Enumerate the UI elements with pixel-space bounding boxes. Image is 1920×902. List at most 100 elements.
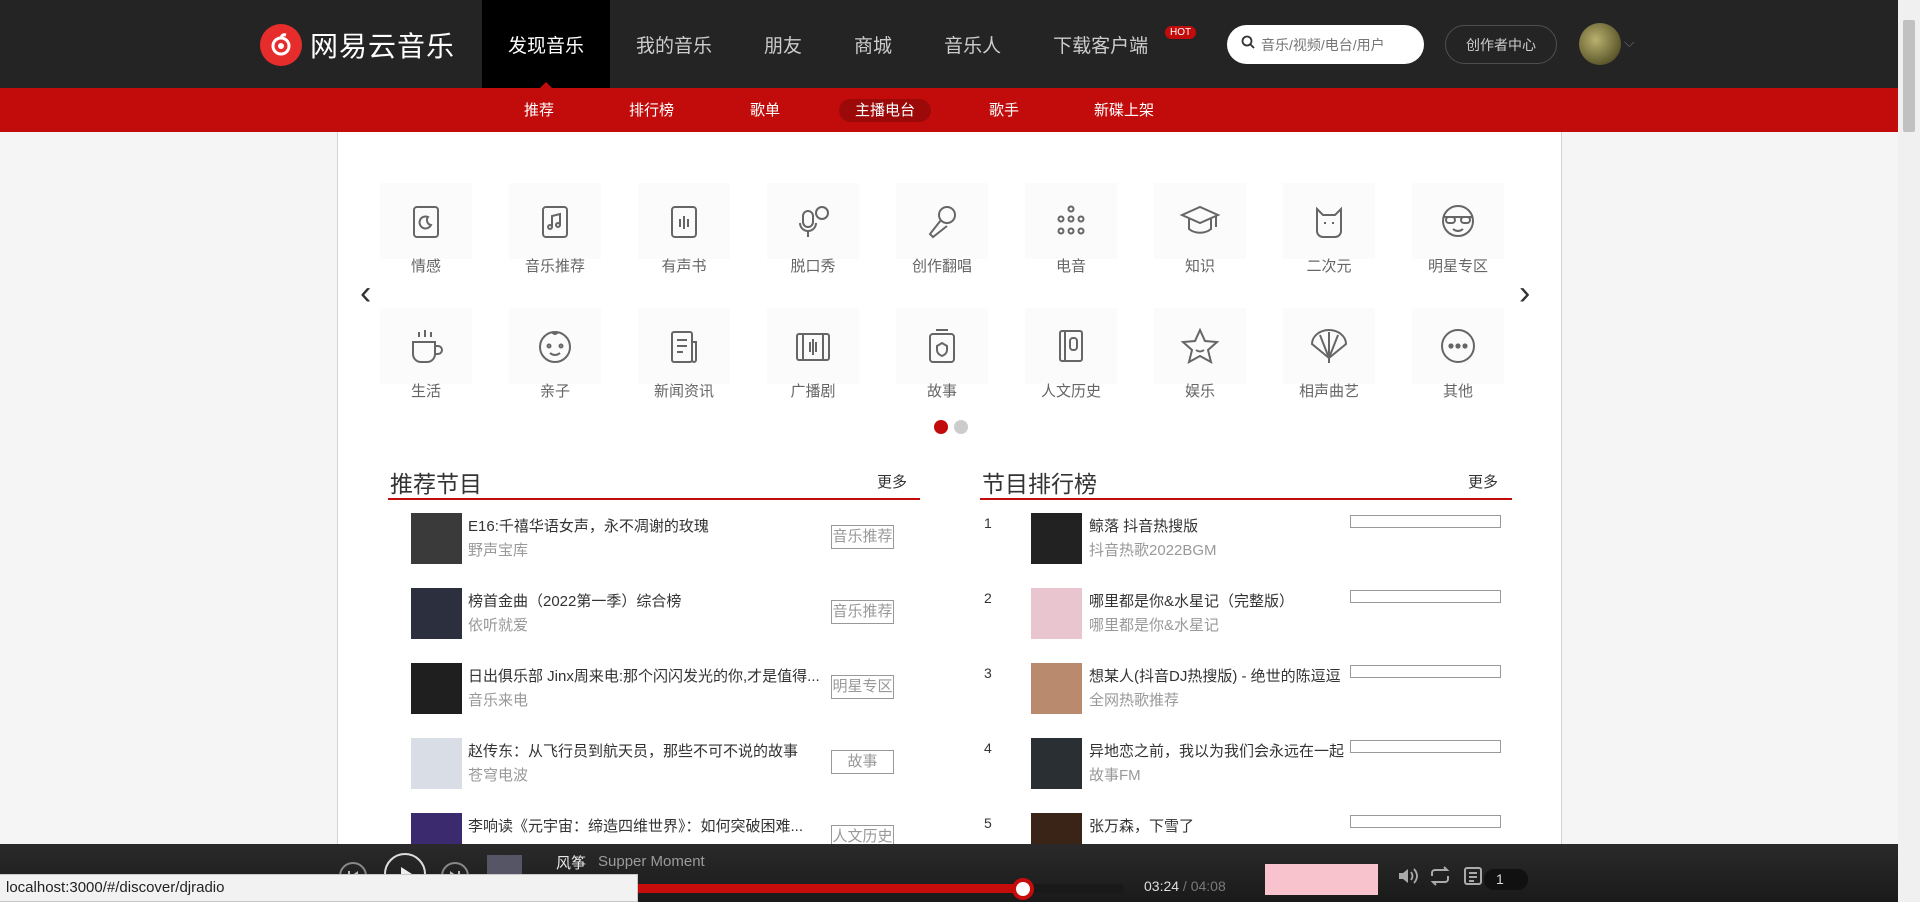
category-entertainment[interactable]: 娱乐: [1154, 308, 1246, 401]
carousel-dot[interactable]: [934, 420, 948, 434]
ranking-title-text[interactable]: 想某人(抖音DJ热搜版) - 绝世的陈逗逗: [1089, 665, 1354, 686]
subnav-new-album[interactable]: 新碟上架: [1078, 99, 1170, 122]
category-cover-song[interactable]: 创作翻唱: [896, 183, 988, 276]
recommended-more-link[interactable]: 更多: [877, 471, 907, 492]
nav-item-download[interactable]: 下载客户端 HOT: [1027, 0, 1197, 88]
search-box[interactable]: [1227, 25, 1424, 64]
program-title[interactable]: 李响读《元宇宙：缔造四维世界》：如何突破困难...: [468, 815, 823, 836]
nav-item-friends[interactable]: 朋友: [738, 0, 828, 88]
program-radio[interactable]: 依听就爱: [468, 614, 528, 635]
nav-item-my-music[interactable]: 我的音乐: [610, 0, 738, 88]
ranking-cover[interactable]: [1031, 663, 1082, 714]
program-item[interactable]: 日出俱乐部 Jinx周来电:那个闪闪发光的你,才是值得... 音乐来电 明星专区: [411, 656, 894, 717]
subnav-artist[interactable]: 歌手: [973, 99, 1035, 122]
program-tag[interactable]: 音乐推荐: [831, 600, 894, 624]
creator-center-button[interactable]: 创作者中心: [1445, 25, 1557, 64]
program-title[interactable]: E16:千禧华语女声，永不凋谢的玫瑰: [468, 515, 823, 536]
ranking-item[interactable]: 2 哪里都是你&水星记（完整版） 哪里都是你&水星记: [981, 581, 1521, 642]
category-radio-drama[interactable]: 广播剧: [767, 308, 859, 401]
program-radio[interactable]: 苍穹电波: [468, 764, 528, 785]
ranking-item[interactable]: 1 鲸落 抖音热搜版 抖音热歌2022BGM: [981, 506, 1521, 567]
category-parenting[interactable]: 亲子: [509, 308, 601, 401]
program-radio[interactable]: 音乐来电: [468, 689, 528, 710]
ranking-title-text[interactable]: 异地恋之前，我以为我们会永远在一起: [1089, 740, 1354, 761]
ranking-radio[interactable]: 哪里都是你&水星记: [1089, 614, 1219, 635]
song-artist[interactable]: Supper Moment: [598, 853, 705, 870]
program-title[interactable]: 榜首金曲（2022第一季）综合榜: [468, 590, 823, 611]
subnav-playlist[interactable]: 歌单: [734, 99, 796, 122]
program-cover[interactable]: [411, 588, 462, 639]
ranking-more-link[interactable]: 更多: [1468, 471, 1498, 492]
search-input[interactable]: [1261, 36, 1421, 53]
play-time: 03:24 / 04:08: [1144, 878, 1226, 894]
audiobook-icon: [638, 183, 730, 259]
user-avatar[interactable]: [1579, 23, 1621, 65]
ranking-title-text[interactable]: 哪里都是你&水星记（完整版）: [1089, 590, 1354, 611]
loop-icon[interactable]: [1428, 866, 1452, 892]
subnav-recommend[interactable]: 推荐: [508, 99, 570, 122]
carousel-dot[interactable]: [954, 420, 968, 434]
category-label: 情感: [410, 258, 441, 275]
program-cover[interactable]: [411, 663, 462, 714]
subnav-ranking[interactable]: 排行榜: [613, 99, 690, 122]
category-label: 其他: [1442, 383, 1473, 400]
program-cover[interactable]: [411, 513, 462, 564]
chevron-down-icon[interactable]: ⌵: [1624, 34, 1635, 51]
ranking-item[interactable]: 4 异地恋之前，我以为我们会永远在一起 故事FM: [981, 731, 1521, 792]
program-title[interactable]: 赵传东：从飞行员到航天员，那些不可不说的故事: [468, 740, 823, 761]
playlist-count[interactable]: 1: [1484, 869, 1528, 890]
ranking-divider: [980, 498, 1512, 500]
scrollbar-thumb[interactable]: [1903, 20, 1915, 132]
program-cover[interactable]: [411, 738, 462, 789]
popularity-bar: [1350, 815, 1501, 828]
category-crosstalk[interactable]: 相声曲艺: [1283, 308, 1375, 401]
program-item[interactable]: 赵传东：从飞行员到航天员，那些不可不说的故事 苍穹电波 故事: [411, 731, 894, 792]
volume-icon[interactable]: [1397, 866, 1419, 892]
program-tag[interactable]: 故事: [831, 750, 894, 774]
program-item[interactable]: 榜首金曲（2022第一季）综合榜 依听就爱 音乐推荐: [411, 581, 894, 642]
nav-item-discover[interactable]: 发现音乐: [482, 0, 611, 88]
playlist-icon[interactable]: [1463, 866, 1483, 892]
more-dots-icon: [1412, 308, 1504, 384]
category-humanity-history[interactable]: 人文历史: [1025, 308, 1117, 401]
ranking-radio[interactable]: 全网热歌推荐: [1089, 689, 1179, 710]
nav-item-musician[interactable]: 音乐人: [918, 0, 1027, 88]
category-talkshow[interactable]: 脱口秀: [767, 183, 859, 276]
category-life[interactable]: 生活: [380, 308, 472, 401]
category-edm[interactable]: 电音: [1025, 183, 1117, 276]
song-title[interactable]: 风筝: [556, 852, 586, 873]
category-story[interactable]: 故事: [896, 308, 988, 401]
category-audiobook[interactable]: 有声书: [638, 183, 730, 276]
carousel-next-icon[interactable]: ›: [1519, 274, 1530, 313]
ranking-radio[interactable]: 故事FM: [1089, 764, 1141, 785]
program-tag[interactable]: 明星专区: [831, 675, 894, 699]
lyrics-panel[interactable]: [1265, 864, 1378, 895]
category-acg[interactable]: 二次元: [1283, 183, 1375, 276]
ranking-cover[interactable]: [1031, 588, 1082, 639]
category-emotion[interactable]: 情感: [380, 183, 472, 276]
nav-item-store[interactable]: 商城: [828, 0, 918, 88]
logo[interactable]: 网易云音乐: [260, 24, 455, 66]
category-other[interactable]: 其他: [1412, 308, 1504, 401]
category-knowledge[interactable]: 知识: [1154, 183, 1246, 276]
ranking-title-text[interactable]: 鲸落 抖音热搜版: [1089, 515, 1354, 536]
ranking-title-text[interactable]: 张万森，下雪了: [1089, 815, 1354, 836]
progress-slider[interactable]: [556, 878, 1124, 900]
progress-handle[interactable]: [1012, 878, 1035, 900]
popularity-bar: [1350, 515, 1501, 528]
ranking-radio[interactable]: 抖音热歌2022BGM: [1089, 539, 1217, 560]
category-music-recommend[interactable]: 音乐推荐: [509, 183, 601, 276]
page-scrollbar[interactable]: [1898, 0, 1920, 902]
ranking-item[interactable]: 3 想某人(抖音DJ热搜版) - 绝世的陈逗逗 全网热歌推荐: [981, 656, 1521, 717]
program-tag[interactable]: 音乐推荐: [831, 525, 894, 549]
ranking-cover[interactable]: [1031, 738, 1082, 789]
popularity-bar: [1350, 590, 1501, 603]
program-item[interactable]: E16:千禧华语女声，永不凋谢的玫瑰 野声宝库 音乐推荐: [411, 506, 894, 567]
carousel-prev-icon[interactable]: ‹: [360, 274, 371, 313]
ranking-cover[interactable]: [1031, 513, 1082, 564]
category-news[interactable]: 新闻资讯: [638, 308, 730, 401]
program-title[interactable]: 日出俱乐部 Jinx周来电:那个闪闪发光的你,才是值得...: [468, 665, 823, 686]
program-radio[interactable]: 野声宝库: [468, 539, 528, 560]
subnav-djradio[interactable]: 主播电台: [839, 99, 932, 122]
category-star[interactable]: 明星专区: [1412, 183, 1504, 276]
